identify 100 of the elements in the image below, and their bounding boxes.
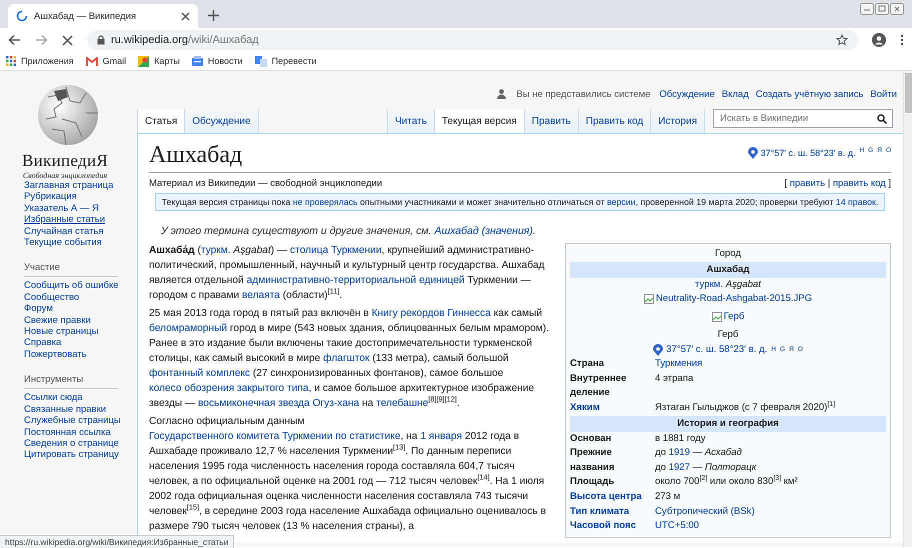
field-value: 273 м <box>655 490 682 504</box>
link[interactable]: UTC+5:00 <box>655 520 699 532</box>
sidebar-link[interactable]: Ссылки сюда <box>24 392 83 404</box>
sidebar-link[interactable]: Свежие правки <box>24 314 91 326</box>
link[interactable]: 14 правок <box>836 197 876 207</box>
field-value: 4 этрапа <box>655 372 694 386</box>
link[interactable]: административно-территориальной единицей <box>246 275 465 286</box>
field-value: до 1927 — Полторацк <box>655 460 758 475</box>
link[interactable]: Государственного комитета Туркмении по статистике <box>149 431 401 442</box>
menu-icon[interactable] <box>900 34 904 46</box>
page-tab[interactable]: Статья <box>137 109 186 133</box>
link[interactable]: править <box>790 178 826 189</box>
view-tab[interactable]: Читать <box>387 109 435 133</box>
field-label-link[interactable]: Тип климата <box>570 506 630 516</box>
broken-image-link[interactable]: Neutrality-Road-Ashgabat-2015.JPG <box>644 292 812 307</box>
bookmark[interactable]: Gmail <box>86 56 126 66</box>
bookmark[interactable]: Приложения <box>6 56 74 66</box>
sidebar-link[interactable]: Форум <box>24 303 53 315</box>
sidebar-link[interactable]: Рубрикация <box>24 191 77 203</box>
link[interactable]: версии <box>607 197 636 207</box>
search-icon[interactable] <box>877 114 887 124</box>
link[interactable]: флагшток <box>323 353 370 364</box>
sidebar-link[interactable]: Случайная статья <box>24 226 104 238</box>
field-label-link[interactable]: Высота центра <box>570 490 642 502</box>
link[interactable]: туркм. <box>695 278 724 290</box>
paragraph: Ашхаба́д (туркм. Aşgabat) — столица Туркмении, крупнейший административно-политический, промышленный, научный и культурный центр государства. Ашхабад является отдельной административно-территориальной единицей Туркмении — городом с правами велаята (области)$^{[11]}$. <box>149 244 546 303</box>
site-tagline: Материал из Википедии — свободной энциклопедии <box>149 177 382 191</box>
link[interactable]: фонтанный комплекс <box>149 368 250 379</box>
minimize-icon[interactable] <box>860 3 874 15</box>
stop-icon[interactable] <box>62 34 73 46</box>
infobox-text: Герб <box>718 328 738 340</box>
coordinates-link[interactable]: 37°57′ с. ш. 58°23′ в. д. <box>666 342 768 358</box>
view-tab[interactable]: Править код <box>578 109 652 133</box>
sidebar-link[interactable]: Заглавная страница <box>24 180 114 192</box>
sidebar-link[interactable]: Указатель А — Я <box>24 202 99 214</box>
bookmark[interactable]: Карты <box>138 56 180 66</box>
link[interactable]: править код <box>832 178 886 189</box>
address-bar[interactable]: ru.wikipedia.org/wiki/Ашхабад <box>87 30 858 50</box>
account-icon[interactable] <box>872 33 886 47</box>
infobox-caption: Город <box>714 247 742 261</box>
sidebar-link[interactable]: Служебные страницы <box>24 415 121 426</box>
close-icon[interactable] <box>181 12 190 20</box>
link[interactable]: 1 января <box>420 431 462 442</box>
field-label: Внутреннее деление <box>570 372 626 398</box>
personal-link[interactable]: Обсуждение <box>659 88 715 100</box>
link[interactable]: Туркмения <box>655 358 702 370</box>
sidebar-link[interactable]: Связанные правки <box>24 404 106 416</box>
browser-tab[interactable]: Ашхабад — Википедия <box>8 4 198 28</box>
sidebar-link[interactable]: Справка <box>24 337 62 349</box>
link[interactable]: колесо обозрения закрытого типа <box>149 383 309 394</box>
field-value: в 1881 году <box>655 432 707 446</box>
sidebar-heading: Инструменты <box>24 374 118 390</box>
envelope-m-icon <box>86 56 98 66</box>
link[interactable]: не проверялась <box>292 197 358 207</box>
sidebar-link[interactable]: Сообщить об ошибке <box>24 280 118 292</box>
link[interactable]: Ашхабад (значения) <box>434 225 533 237</box>
back-arrow-icon[interactable] <box>8 34 21 46</box>
scrollbar[interactable] <box>903 71 912 547</box>
coordinates-link[interactable]: 37°57′ с. ш. 58°23′ в. д. <box>760 148 856 158</box>
newspaper-icon <box>192 56 203 66</box>
field-label-link[interactable]: Часовой пояс <box>570 520 636 532</box>
bookmark[interactable]: Перевести <box>254 56 316 66</box>
link[interactable]: восьмиконечная звезда Огуз-хана <box>198 398 360 409</box>
broken-image-link[interactable]: Герб <box>712 310 744 325</box>
view-tab[interactable]: Править <box>524 109 579 133</box>
link[interactable]: беломраморный <box>149 323 228 334</box>
new-tab-icon[interactable] <box>208 10 219 21</box>
close-icon[interactable] <box>890 3 904 15</box>
personal-link[interactable]: Создать учётную запись <box>756 88 864 100</box>
personal-link[interactable]: Вклад <box>722 88 749 100</box>
field-label-link[interactable]: Хяким <box>570 402 600 413</box>
loading-spinner-icon <box>16 10 28 22</box>
sidebar-link[interactable]: Сведения о странице <box>24 438 119 450</box>
sidebar-heading: Участие <box>24 262 118 278</box>
view-tab[interactable]: Текущая версия <box>434 109 525 133</box>
page-tab[interactable]: Обсуждение <box>185 109 259 133</box>
star-icon[interactable] <box>836 34 848 46</box>
link[interactable]: велаята <box>242 290 280 301</box>
link[interactable]: столица Туркмении <box>290 245 382 256</box>
link[interactable]: туркм. <box>200 245 231 256</box>
bookmark[interactable]: Новости <box>192 56 243 66</box>
tagline: Свободная энциклопедия <box>22 171 108 180</box>
link[interactable]: Книгу рекордов Гиннесса <box>372 308 491 319</box>
sidebar-link[interactable]: Сообщество <box>24 292 80 304</box>
search-field[interactable]: Искать в Википедии <box>713 109 893 128</box>
link[interactable]: Субтропический (BSk) <box>655 506 755 516</box>
sidebar-link[interactable]: Пожертвовать <box>24 348 87 360</box>
link[interactable]: телебашне <box>376 398 428 409</box>
sidebar-link[interactable]: Избранные статьи <box>24 214 106 226</box>
status-url: https://ru.wikipedia.org/wiki/Википедия:Избранные_статьи <box>0 535 234 548</box>
link[interactable]: 1927 <box>668 462 690 473</box>
personal-link[interactable]: Войти <box>870 88 897 100</box>
sidebar-link[interactable]: Текущие события <box>24 237 102 248</box>
puzzle-globe-logo <box>36 83 100 147</box>
sidebar-link[interactable]: Новые страницы <box>24 326 98 338</box>
sidebar-link[interactable]: Цитировать страницу <box>24 449 119 461</box>
view-tab[interactable]: История <box>651 109 705 133</box>
restore-icon[interactable] <box>875 3 889 15</box>
link[interactable]: 1919 <box>668 447 690 458</box>
sidebar-link[interactable]: Постоянная ссылка <box>24 426 111 438</box>
